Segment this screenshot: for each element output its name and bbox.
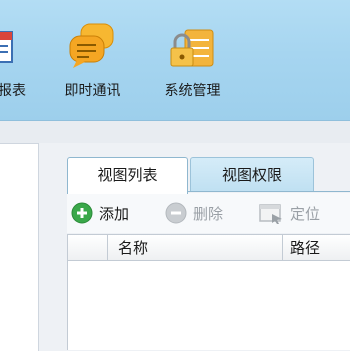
locate-button[interactable]: 定位 (258, 201, 320, 225)
nav-item-system-management-label: 系统管理 (164, 83, 221, 99)
grid-column-path[interactable]: 路径 (290, 237, 320, 258)
left-panel (0, 143, 39, 351)
nav-item-report[interactable]: 报表 (0, 0, 30, 120)
report-icon (0, 31, 13, 63)
nav-item-instant-messaging-label: 即时通讯 (64, 83, 121, 99)
nav-item-instant-messaging[interactable]: 即时通讯 (55, 0, 130, 120)
add-button-label: 添加 (99, 204, 130, 223)
tab-view-permissions[interactable]: 视图权限 (190, 157, 314, 192)
locate-button-label: 定位 (290, 204, 321, 223)
locate-icon (259, 204, 282, 224)
separator-band (0, 121, 350, 143)
nav-item-report-label: 报表 (0, 83, 26, 99)
delete-icon (165, 202, 187, 224)
add-icon (71, 202, 93, 224)
chat-bubbles-icon (69, 23, 114, 68)
grid-column-name[interactable]: 名称 (118, 237, 148, 258)
tab-view-list[interactable]: 视图列表 (67, 157, 188, 194)
nav-item-system-management[interactable]: 系统管理 (155, 0, 230, 120)
delete-button[interactable]: 删除 (165, 201, 223, 225)
add-button[interactable]: 添加 (71, 201, 129, 225)
delete-button-label: 删除 (193, 204, 224, 223)
grid-column-divider[interactable] (282, 234, 283, 261)
lock-folder-icon (170, 29, 214, 67)
grid-column-divider[interactable] (107, 234, 108, 261)
